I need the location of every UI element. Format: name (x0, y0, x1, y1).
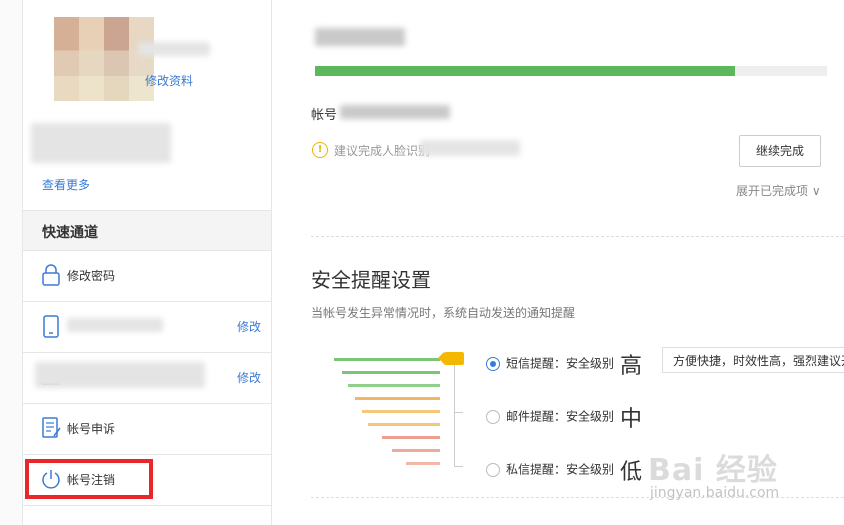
warning-text-redacted (420, 140, 520, 156)
security-progress-bar (315, 66, 827, 76)
lock-icon (42, 264, 60, 286)
level-bar (362, 410, 440, 413)
page-title-redacted (315, 28, 405, 46)
pm-alert-option[interactable]: 私信提醒：安全级别低 (486, 454, 642, 486)
quick-access-header: 快速通道 (23, 210, 271, 251)
pm-level: 低 (620, 460, 643, 485)
current-level-flag-icon (438, 352, 464, 365)
sms-level: 高 (620, 354, 643, 379)
sidebar: 修改资料 查看更多 快速通道 修改密码 修改 修改 帐号申诉 帐号注销 (22, 0, 272, 525)
pm-alert-label: 私信提醒：安全级别 (506, 462, 615, 477)
level-bar (368, 423, 440, 426)
account-redacted (340, 105, 450, 119)
sidebar-item-phone[interactable]: 修改 (23, 301, 271, 353)
view-more-link[interactable]: 查看更多 (42, 176, 90, 193)
level-bar (342, 371, 440, 374)
baidu-watermark-url: jingyan.baidu.com (650, 485, 780, 501)
account-label: 帐号 (311, 108, 338, 123)
sms-alert-label: 短信提醒：安全级别 (506, 356, 615, 371)
sidebar-item-label: 帐号申诉 (67, 422, 116, 436)
edit-email-link[interactable]: 修改 (237, 369, 261, 386)
expand-completed-link[interactable]: 展开已完成项 ∨ (736, 182, 821, 199)
continue-button[interactable]: 继续完成 (739, 135, 821, 167)
level-tick (455, 412, 463, 413)
email-alert-option[interactable]: 邮件提醒：安全级别中 (486, 401, 642, 433)
level-bar (392, 449, 440, 452)
sidebar-item-appeal[interactable]: 帐号申诉 (23, 403, 271, 455)
email-level: 中 (620, 407, 643, 432)
divider (311, 236, 844, 237)
sms-radio[interactable] (486, 357, 500, 371)
sidebar-item-change-password[interactable]: 修改密码 (23, 250, 271, 302)
page-edge (0, 0, 22, 525)
progress-fill (315, 66, 735, 76)
level-tick (455, 466, 463, 467)
level-bar (382, 436, 440, 439)
email-redacted (35, 362, 205, 388)
user-info-redacted (31, 123, 171, 163)
warning-text: 建议完成人脸识别 (334, 144, 431, 158)
avatar[interactable] (54, 17, 154, 101)
appeal-icon (42, 417, 61, 438)
security-level-bars (330, 355, 440, 470)
alert-settings-subtitle: 当帐号发生异常情况时，系统自动发送的通知提醒 (311, 306, 576, 320)
level-bar (355, 397, 440, 400)
level-bar (348, 384, 440, 387)
sms-alert-option[interactable]: 短信提醒：安全级别高 (486, 348, 642, 380)
level-bar (334, 358, 440, 361)
username-redacted (138, 42, 210, 56)
level-bar (406, 462, 440, 465)
sms-tooltip: 方便快捷，时效性高，强烈建议开启 (662, 347, 844, 373)
quick-access-title: 快速通道 (42, 225, 98, 241)
sidebar-item-label: 修改密码 (67, 269, 116, 283)
edit-phone-link[interactable]: 修改 (237, 318, 261, 335)
edit-profile-link[interactable]: 修改资料 (145, 72, 193, 89)
phone-redacted (67, 318, 163, 332)
email-radio[interactable] (486, 410, 500, 424)
alert-settings-title: 安全提醒设置 (311, 268, 431, 292)
highlight-annotation (25, 459, 153, 499)
baidu-watermark: Bai 经验 (648, 453, 778, 488)
pm-radio[interactable] (486, 463, 500, 477)
sidebar-item-email[interactable]: 修改 (23, 352, 271, 404)
warning-icon: ! (312, 142, 328, 158)
email-alert-label: 邮件提醒：安全级别 (506, 409, 615, 424)
phone-icon (43, 315, 59, 338)
